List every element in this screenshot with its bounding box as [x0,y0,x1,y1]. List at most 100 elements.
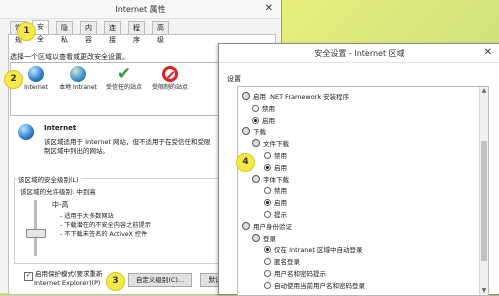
tree-row-label: 禁用 [274,152,287,160]
radio-unchecked-icon [264,211,271,218]
zone-list: Internet 本地 Intranet ✔ 受信任的站点 受限制的站点 [10,62,232,116]
allowed-levels: 该区域的允许级别: 中到高 [20,188,96,196]
level-point: - 下载潜在的不安全内容之前提示 [60,222,151,229]
settings-label: 设置 [227,75,241,83]
level-point: - 不下载未签名的 ActiveX 控件 [60,231,148,238]
zone-description: 该区域适用于 Internet 网站，但不适用于在受信任和受限制区域中列出的网站… [44,138,211,155]
radio-checked-icon [264,246,271,254]
tree-row-label: 用户身份验证 [253,222,292,231]
zone-label: 受信任的站点 [105,84,142,91]
selected-zone-name: Internet [44,124,77,132]
tree-category: 下载 [242,126,266,136]
radio-option[interactable]: 提示 [264,209,287,219]
settings-tree: ▲ ▼ 启用 .NET Framework 安装程序 禁用 启用 下载 文件下载 禁用 启用… [237,86,489,296]
radio-option[interactable]: 匿名登录 [264,256,300,266]
title-bar: Internet 属性 ✕ [0,0,281,19]
tree-setting: 字体下载 [252,174,289,184]
custom-level-button[interactable]: 自定义级别(C)... [128,273,192,287]
tree-row-label: 匿名登录 [274,258,300,267]
tab-programs[interactable]: 程序 [128,21,145,44]
check-icon: ✔ [116,64,132,84]
no-entry-icon [162,66,178,82]
tree-setting: 启用 .NET Framework 安装程序 [242,91,349,101]
checkbox-icon: ✓ [24,272,33,281]
scrollbar-thumb[interactable] [481,141,487,261]
settings-gear-icon [242,127,250,136]
settings-gear-icon [252,174,260,183]
tab-privacy[interactable]: 隐私 [56,21,73,44]
tree-row-label: 登录 [263,234,276,243]
radio-checked-icon [252,116,259,124]
level-name: 中-高 [52,201,69,209]
settings-gear-icon [242,221,250,230]
callout-badge: 3 [106,272,125,291]
tree-setting: 登录 [252,233,276,243]
radio-option[interactable]: 启用 [252,115,275,125]
radio-unchecked-icon [264,258,271,266]
tree-row-label: 禁用 [274,187,287,196]
tab-connections[interactable]: 连接 [104,21,121,44]
dialog-title: 安全设置 - Internet 区域 [314,49,405,58]
zone-local-intranet[interactable]: 本地 Intranet [57,66,99,92]
scroll-up-icon[interactable]: ▲ [480,87,488,95]
tree-row-label: 启用 [274,163,287,172]
globe-icon [18,124,34,140]
tree-row-label: 下载 [253,128,266,137]
radio-option[interactable]: 禁用 [264,150,287,160]
tree-row-label: 字体下载 [263,175,289,184]
radio-unchecked-icon [264,187,271,195]
protected-mode-label-2: Internet Explorer)(P) [34,279,101,287]
tree-row-label: 仅在 Intranet 区域中自动登录 [274,246,363,255]
close-icon[interactable]: ✕ [265,3,273,14]
scroll-down-icon[interactable]: ▼ [480,287,488,295]
tree-row-label: 启用 [262,116,275,125]
radio-option[interactable]: 禁用 [264,185,287,195]
intranet-globe-icon [70,66,86,82]
tree-row-label: 自动使用当前用户名和密码登录 [274,281,365,290]
tree-row-label: 文件下载 [263,140,289,149]
tree-row-label: 用户名和密码提示 [274,270,326,278]
radio-option[interactable]: 仅在 Intranet 区域中自动登录 [264,244,363,254]
level-point: - 适用于大多数网站 [60,213,114,220]
radio-unchecked-icon [252,104,259,112]
window-title: Internet 属性 [115,5,166,14]
radio-checked-icon [264,163,271,171]
close-icon[interactable]: ✕ [484,47,492,58]
zone-label: 受限制的站点 [151,84,188,91]
zone-label: 本地 Intranet [59,84,97,91]
radio-option[interactable]: 用户名和密码提示 [264,268,326,278]
security-slider-track [34,200,37,256]
zone-trusted-sites[interactable]: ✔ 受信任的站点 [103,66,145,92]
callout-badge: 1 [17,22,36,41]
radio-option[interactable]: 自动使用当前用户名和密码登录 [264,280,365,290]
tab-content[interactable]: 内容 [80,21,97,44]
settings-gear-icon [252,233,260,242]
zone-prompt: 选择一个区域以查看或更改安全设置。 [10,53,129,61]
tab-advanced[interactable]: 高级 [152,21,169,44]
callout-badge: 4 [236,153,255,172]
scrollbar[interactable]: ▲ ▼ [479,87,488,295]
tree-row-label: 禁用 [262,104,275,113]
tree-row-label: 启用 [274,199,287,208]
security-slider-thumb[interactable] [26,229,46,238]
callout-badge: 2 [4,70,23,89]
tree-category: 用户身份验证 [242,221,292,231]
radio-checked-icon [264,199,271,207]
radio-option[interactable]: 启用 [264,162,287,172]
radio-option[interactable]: 启用 [264,197,287,207]
tree-row-label: 提示 [274,211,287,219]
settings-gear-icon [252,139,260,148]
globe-icon [28,66,44,82]
settings-gear-icon [242,92,250,100]
radio-unchecked-icon [264,281,271,289]
radio-unchecked-icon [264,270,271,277]
tree-setting: 文件下载 [252,138,289,148]
radio-option[interactable]: 禁用 [252,103,275,113]
security-level-label: 该区域的安全级别(L) [16,174,81,184]
zone-label: Internet [24,84,48,91]
radio-unchecked-icon [264,152,271,159]
protected-mode-label: 启用保护模式(要求重新 [35,270,103,278]
security-settings-dialog: 安全设置 - Internet 区域 ✕ 设置 ▲ ▼ 启用 .NET Fram… [218,43,499,296]
zone-restricted-sites[interactable]: 受限制的站点 [149,66,191,92]
dialog-title-bar: 安全设置 - Internet 区域 ✕ [219,44,499,63]
